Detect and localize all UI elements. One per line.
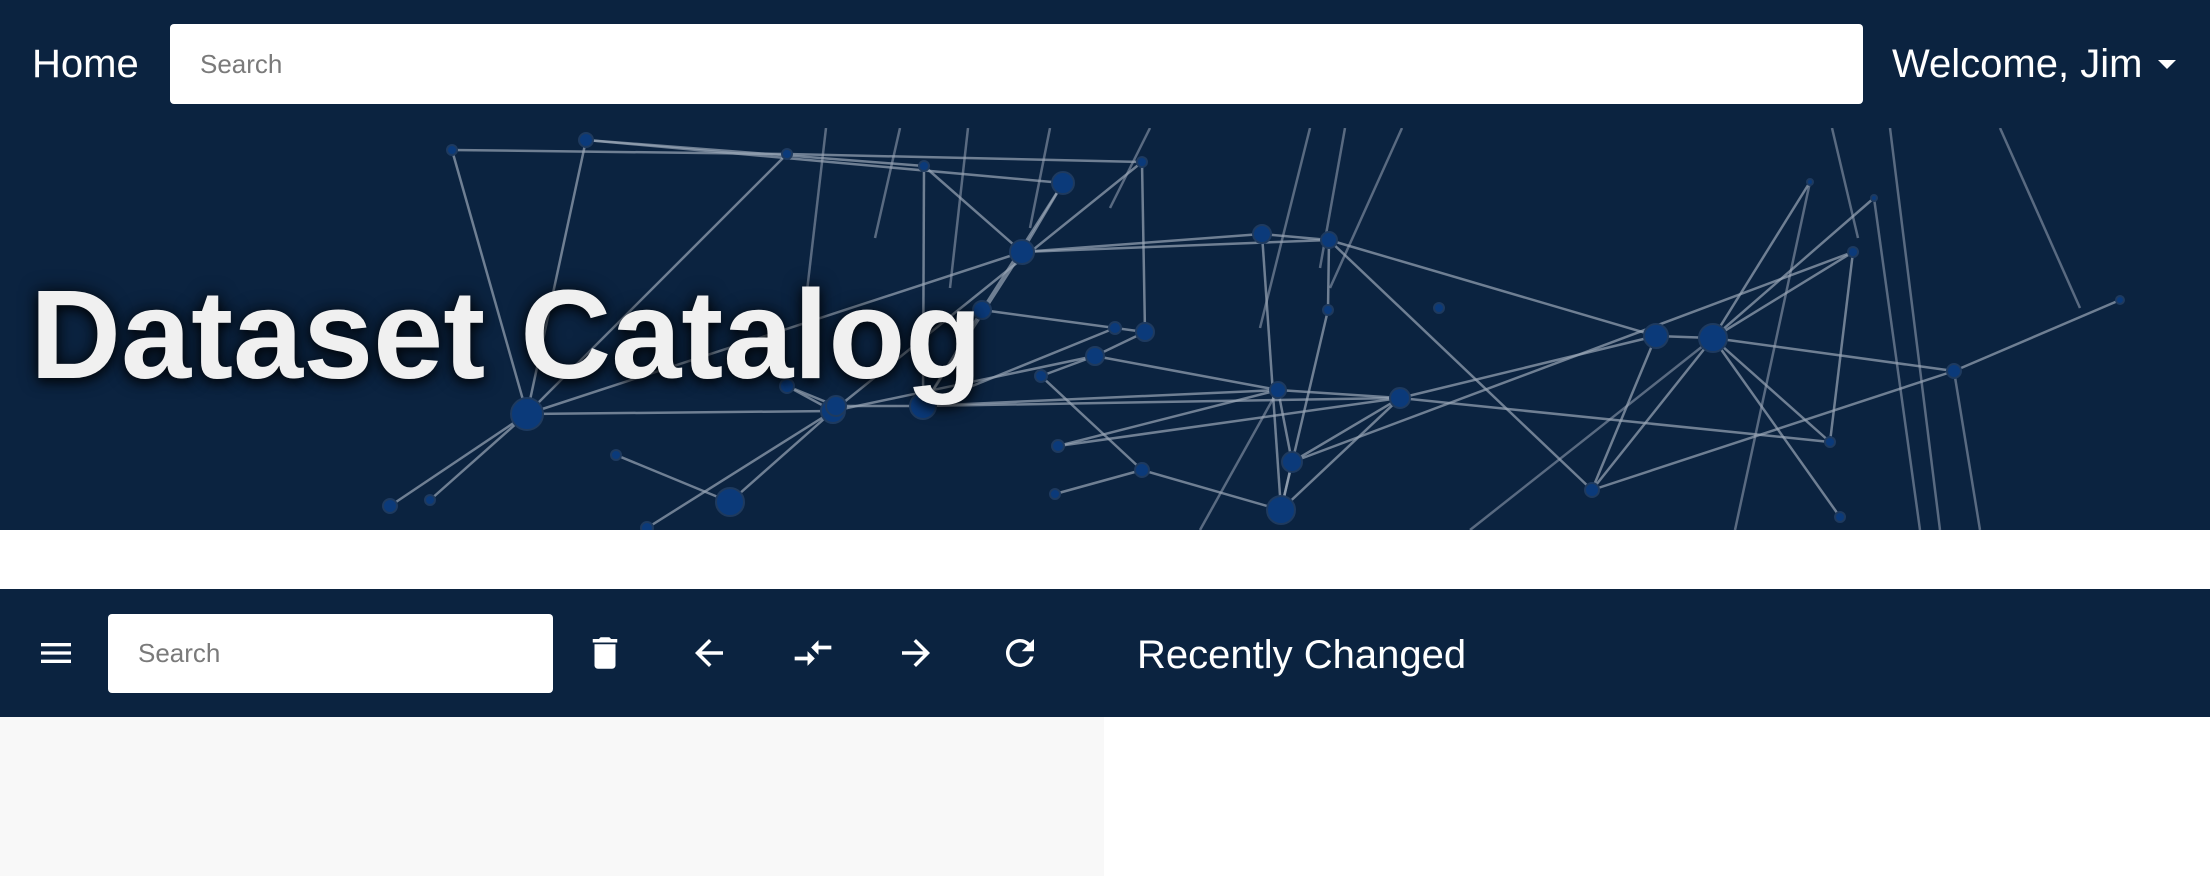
network-node — [1134, 462, 1150, 478]
refresh-button[interactable] — [992, 625, 1048, 681]
network-node — [918, 160, 930, 172]
network-node — [1643, 323, 1669, 349]
network-node — [1389, 387, 1411, 409]
network-node — [781, 148, 793, 160]
network-node — [1870, 194, 1878, 202]
network-node — [424, 494, 436, 506]
network-node — [1051, 439, 1065, 453]
delete-button[interactable] — [577, 625, 633, 681]
network-edge — [1952, 370, 1982, 530]
network-edge — [526, 409, 834, 416]
compare-arrows-icon — [794, 640, 832, 666]
network-edge — [1021, 238, 1330, 254]
network-edge — [1953, 298, 2121, 373]
network-node — [610, 449, 622, 461]
caret-down-icon — [2158, 59, 2177, 69]
network-edge — [1712, 337, 1831, 443]
trash-icon — [592, 637, 618, 669]
network-node — [1847, 246, 1859, 258]
top-navbar: Home Welcome, Jim — [0, 0, 2210, 128]
arrow-left-icon — [695, 639, 723, 667]
compare-button[interactable] — [785, 625, 841, 681]
arrow-right-icon — [902, 639, 930, 667]
network-node — [1108, 321, 1122, 335]
network-node — [1433, 302, 1445, 314]
network-edge — [1040, 375, 1143, 471]
network-edge — [1054, 468, 1143, 496]
network-node — [1252, 224, 1272, 244]
network-edge — [1057, 396, 1401, 448]
recently-changed-pane — [1104, 717, 2210, 876]
network-edge — [729, 410, 834, 503]
network-edge — [389, 412, 528, 508]
network-edge — [1733, 181, 1812, 530]
network-edge — [429, 413, 528, 501]
hero-banner: Dataset Catalog — [0, 128, 2210, 530]
network-node — [715, 487, 745, 517]
network-node — [640, 521, 654, 530]
network-edge — [1141, 468, 1282, 512]
network-edge — [1108, 128, 1152, 209]
network-edge — [1591, 337, 1714, 491]
network-edge — [873, 128, 902, 239]
network-edge — [1094, 354, 1279, 392]
network-node — [578, 132, 594, 148]
catalog-search-input[interactable] — [108, 614, 553, 693]
network-node — [1085, 346, 1105, 366]
network-node — [1266, 495, 1296, 525]
network-edge — [1326, 239, 1331, 311]
refresh-icon — [1006, 639, 1034, 667]
network-node — [1135, 322, 1155, 342]
network-node — [1834, 511, 1846, 523]
network-node — [382, 498, 398, 514]
network-edge — [1590, 335, 1658, 491]
network-node — [2115, 295, 2125, 305]
network-node — [1584, 482, 1600, 498]
menu-icon — [41, 643, 71, 663]
network-edge — [1998, 128, 2082, 309]
catalog-toolbar: Recently Changed — [0, 589, 2210, 717]
network-node — [446, 144, 458, 156]
network-node — [1009, 239, 1035, 265]
home-link[interactable]: Home — [32, 40, 139, 88]
network-node — [1136, 156, 1148, 168]
network-edge — [1711, 337, 1842, 518]
welcome-label: Welcome, Jim — [1892, 42, 2143, 86]
network-node — [1281, 451, 1303, 473]
network-node — [1322, 304, 1334, 316]
forward-button[interactable] — [888, 625, 944, 681]
network-edge — [1888, 128, 1942, 530]
network-node — [1034, 369, 1048, 383]
network-node — [1946, 363, 1962, 379]
network-node — [1824, 436, 1836, 448]
network-node — [1698, 323, 1728, 353]
network-node — [1320, 231, 1338, 249]
network-edge — [1828, 251, 1855, 443]
network-edge — [1260, 233, 1283, 511]
network-edge — [1872, 197, 1922, 530]
network-node — [1051, 171, 1075, 195]
catalog-tree-pane — [0, 717, 1104, 876]
network-node — [1806, 178, 1814, 186]
network-node — [1049, 488, 1061, 500]
network-edge — [1291, 396, 1401, 464]
network-edge — [1712, 250, 1854, 340]
page-title: Dataset Catalog — [30, 264, 983, 405]
network-edge — [1028, 128, 1052, 229]
network-edge — [1469, 337, 1714, 530]
user-menu-dropdown[interactable]: Welcome, Jim — [1892, 40, 2177, 88]
network-edge — [1830, 128, 1860, 239]
menu-button[interactable] — [28, 625, 84, 681]
global-search-input[interactable] — [170, 24, 1863, 104]
network-edge — [1711, 181, 1812, 339]
network-edge — [1261, 232, 1330, 242]
network-edge — [615, 453, 731, 504]
recently-changed-title: Recently Changed — [1137, 633, 1467, 677]
back-button[interactable] — [681, 625, 737, 681]
network-edge — [1277, 388, 1401, 400]
network-node — [1269, 381, 1287, 399]
